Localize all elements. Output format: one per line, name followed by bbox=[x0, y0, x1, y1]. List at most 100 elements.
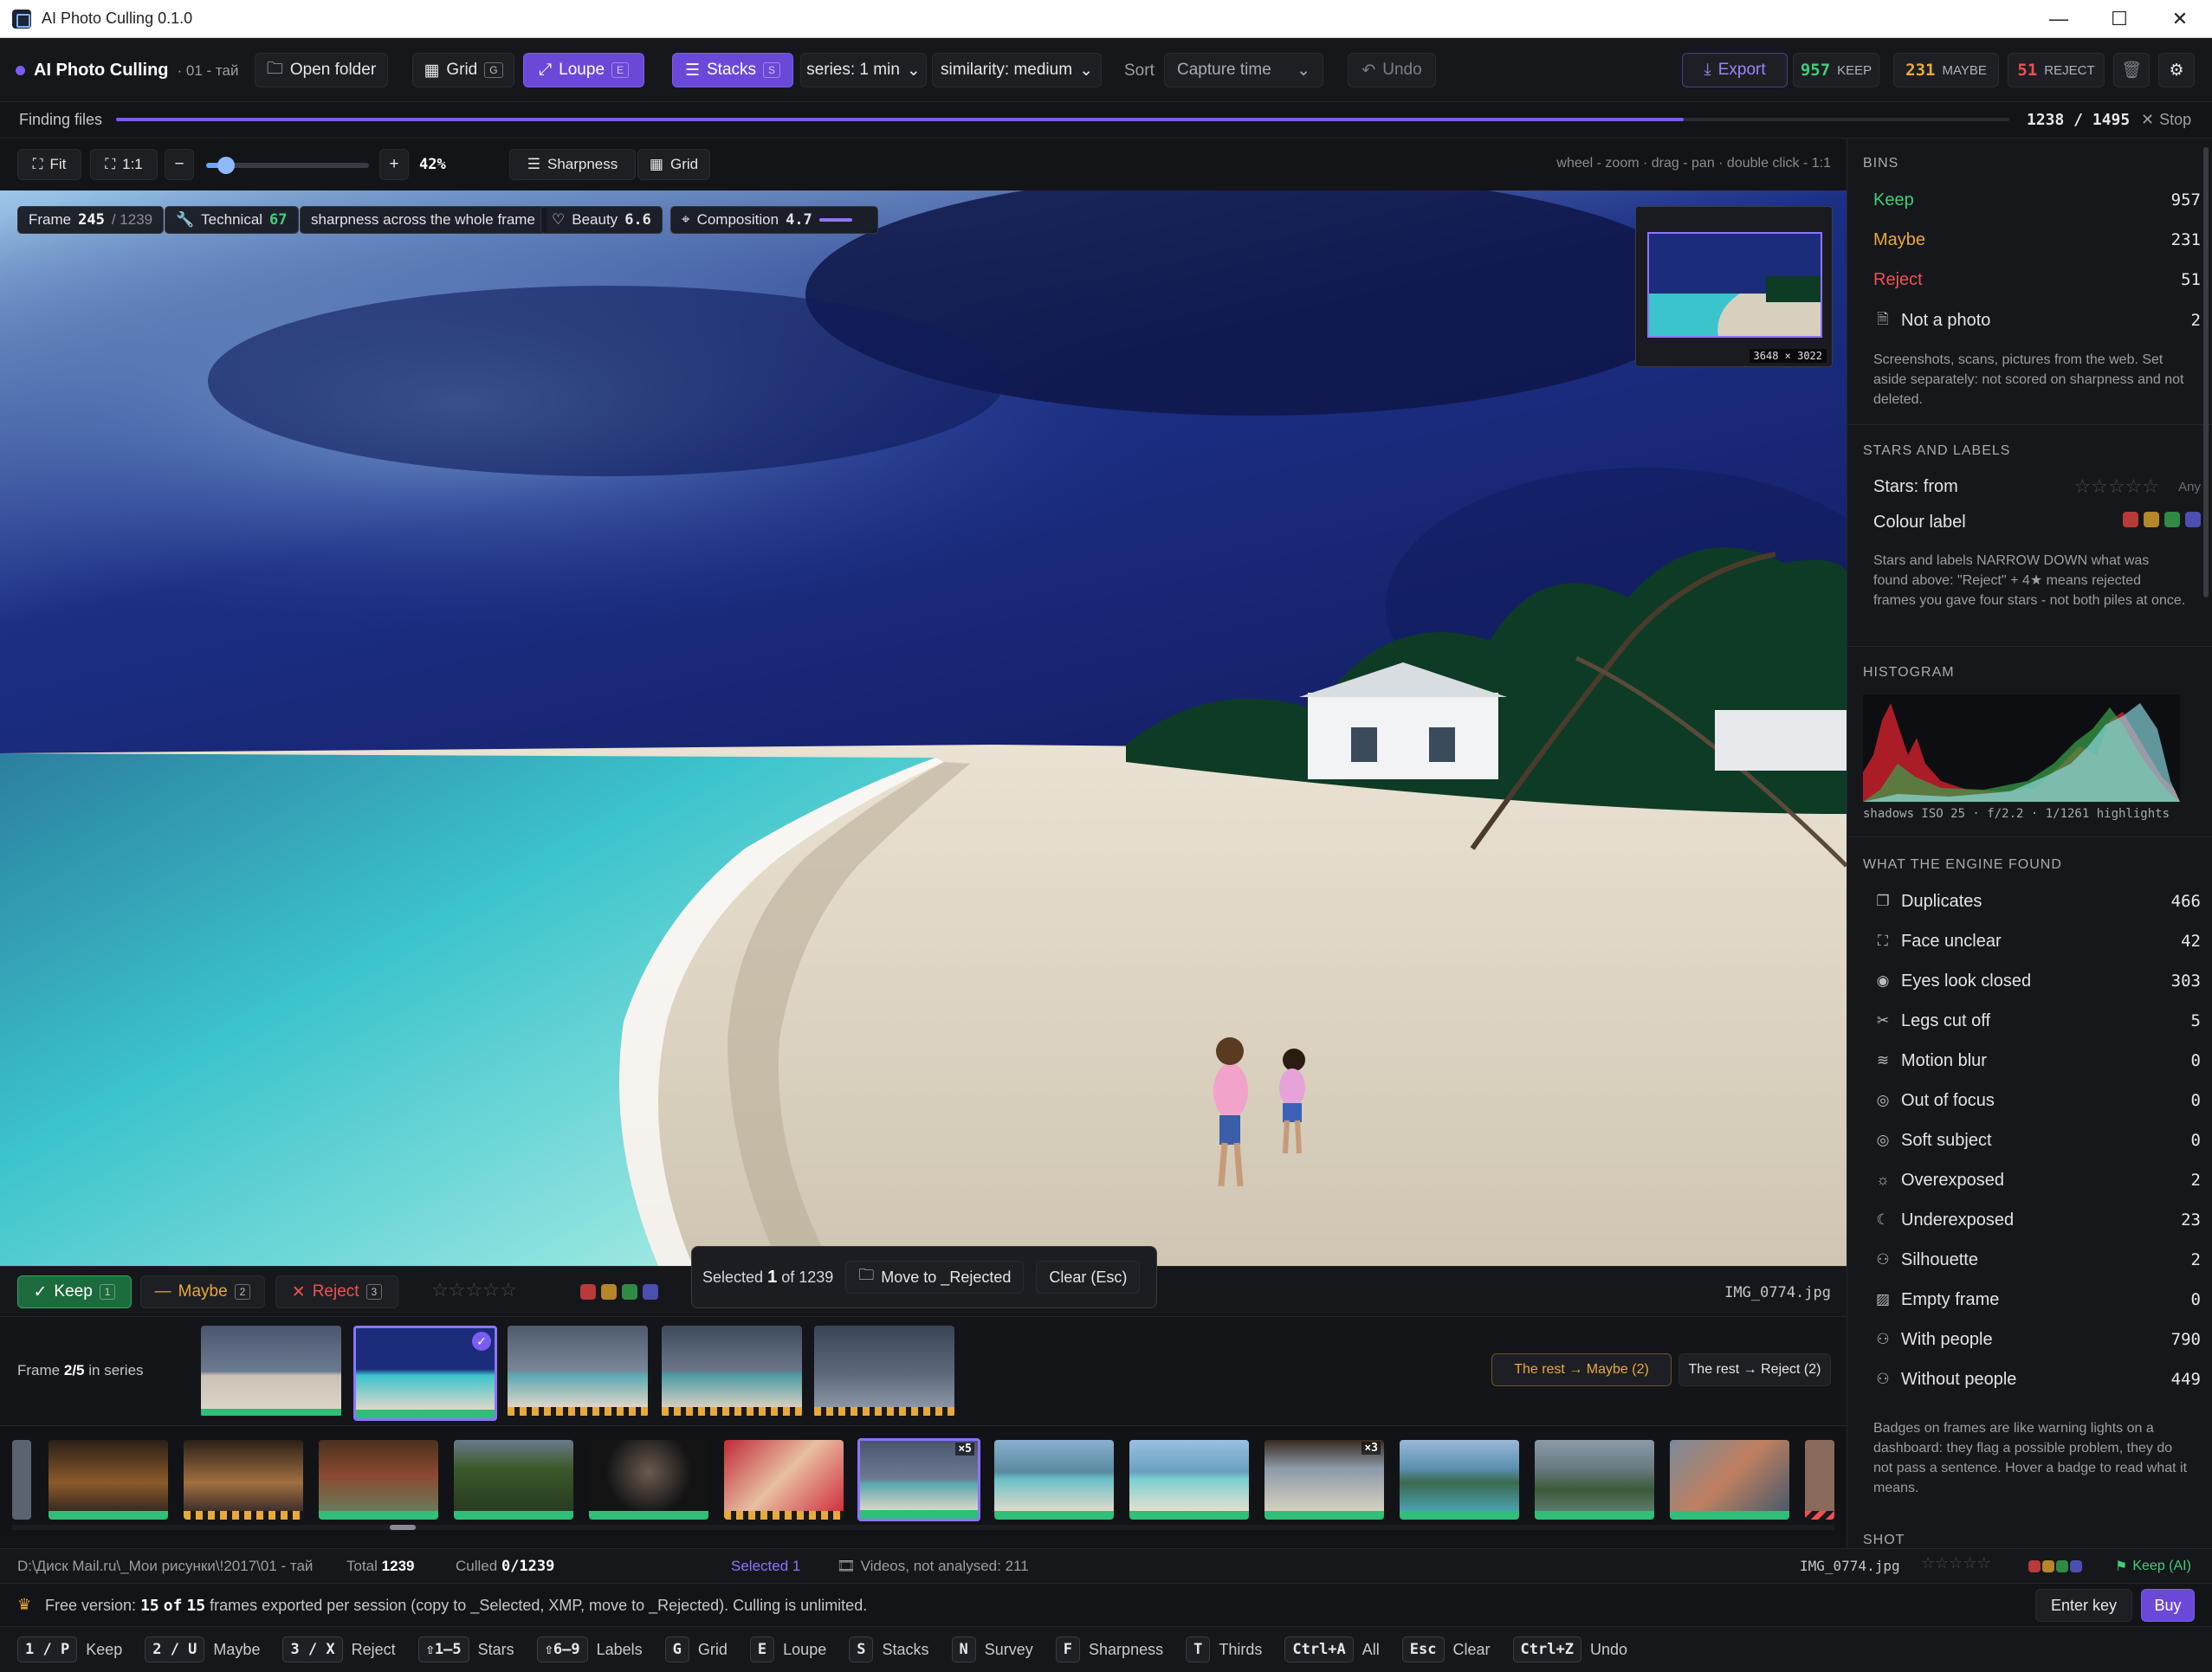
star-icon[interactable]: ☆ bbox=[2108, 475, 2125, 497]
stop-button[interactable]: ✕ Stop bbox=[2141, 111, 2191, 129]
open-folder-button[interactable]: 🗀 Open folder bbox=[255, 53, 388, 87]
undo-button[interactable]: ↶ Undo bbox=[1348, 53, 1436, 87]
reject-count-badge[interactable]: 51 REJECT bbox=[2008, 53, 2105, 87]
keep-count-badge[interactable]: 957 KEEP bbox=[1793, 53, 1879, 87]
filmstrip-scroll-thumb[interactable] bbox=[390, 1525, 416, 1530]
series-thumb[interactable] bbox=[662, 1326, 802, 1417]
finding-duplicates[interactable]: ❐ Duplicates 466 bbox=[1873, 887, 2201, 916]
star-icon[interactable]: ☆ bbox=[431, 1279, 449, 1301]
similarity-select[interactable]: similarity: medium ⌄ bbox=[932, 53, 1102, 87]
maybe-count-badge[interactable]: 231 MAYBE bbox=[1893, 53, 1999, 87]
filmstrip-thumb[interactable] bbox=[994, 1440, 1114, 1520]
finding-legs-cut-off[interactable]: ✂ Legs cut off 5 bbox=[1873, 1006, 2201, 1036]
zoom-slider[interactable] bbox=[206, 157, 369, 174]
grid-overlay-toggle[interactable]: ▦ Grid bbox=[637, 149, 710, 180]
loupe-view-button[interactable]: ⤢ Loupe E bbox=[523, 53, 644, 87]
green-label-swatch[interactable] bbox=[622, 1284, 637, 1300]
filmstrip-thumb[interactable]: ×3 bbox=[1264, 1440, 1384, 1520]
blue-label-swatch[interactable] bbox=[643, 1284, 658, 1300]
finding-silhouette[interactable]: ⚇ Silhouette 2 bbox=[1873, 1245, 2201, 1275]
bin-not-a-photo[interactable]: 🗎 Not a photo 2 bbox=[1873, 306, 2201, 335]
rest-to-maybe-button[interactable]: The rest → Maybe (2) bbox=[1491, 1353, 1672, 1386]
reject-button[interactable]: ✕ Reject 3 bbox=[275, 1275, 398, 1308]
series-thumb[interactable] bbox=[814, 1326, 954, 1417]
filmstrip-scrollbar[interactable] bbox=[12, 1525, 1834, 1530]
filmstrip-thumb[interactable] bbox=[184, 1440, 303, 1520]
star-icon[interactable]: ☆ bbox=[500, 1279, 517, 1301]
colour-labels[interactable] bbox=[575, 1284, 658, 1304]
star-icon[interactable]: ☆ bbox=[482, 1279, 500, 1301]
star-rating-filter[interactable]: ☆☆☆☆☆ bbox=[2073, 475, 2159, 498]
filmstrip-thumb[interactable] bbox=[12, 1440, 31, 1520]
finding-soft-subject[interactable]: ◎ Soft subject 0 bbox=[1873, 1126, 2201, 1155]
star-icon[interactable]: ☆ bbox=[2073, 475, 2091, 497]
filmstrip-thumb[interactable] bbox=[1670, 1440, 1789, 1520]
trash-icon[interactable]: 🗑 bbox=[2113, 53, 2150, 87]
maybe-button[interactable]: — Maybe 2 bbox=[140, 1275, 265, 1308]
series-select[interactable]: series: 1 min ⌄ bbox=[800, 53, 927, 87]
finding-without-people[interactable]: ⚇ Without people 449 bbox=[1873, 1365, 2201, 1394]
red-label-swatch[interactable] bbox=[580, 1284, 596, 1300]
finding-eyes-closed[interactable]: ◉ Eyes look closed 303 bbox=[1873, 966, 2201, 996]
filmstrip-thumb[interactable] bbox=[724, 1440, 844, 1520]
maximize-icon[interactable]: ☐ bbox=[2089, 0, 2150, 38]
keep-button[interactable]: ✓ Keep 1 bbox=[17, 1275, 132, 1308]
finding-with-people[interactable]: ⚇ With people 790 bbox=[1873, 1325, 2201, 1354]
finding-face-unclear[interactable]: ⛶ Face unclear 42 bbox=[1873, 926, 2201, 956]
close-icon[interactable]: ✕ bbox=[2150, 0, 2210, 38]
series-thumb[interactable] bbox=[201, 1326, 341, 1417]
star-icon[interactable]: ☆ bbox=[449, 1279, 466, 1301]
grid-view-button[interactable]: ▦ Grid G bbox=[412, 53, 514, 87]
loupe-photo[interactable]: Frame 245 / 1239 🔧 Technical 67 sharpnes… bbox=[0, 190, 1847, 1266]
filmstrip-thumb[interactable] bbox=[454, 1440, 573, 1520]
rest-to-reject-button[interactable]: The rest → Reject (2) bbox=[1678, 1353, 1831, 1386]
series-thumb[interactable] bbox=[508, 1326, 648, 1417]
navigator-minimap[interactable]: 3648 × 3022 bbox=[1635, 206, 1833, 367]
export-button[interactable]: ⤓ Export bbox=[1682, 53, 1788, 87]
yellow-label-swatch[interactable] bbox=[601, 1284, 617, 1300]
filmstrip-thumb[interactable] bbox=[1805, 1440, 1834, 1520]
finding-overexposed[interactable]: ☼ Overexposed 2 bbox=[1873, 1165, 2201, 1195]
sharpness-toggle[interactable]: ☰ Sharpness bbox=[509, 149, 636, 180]
technical-score-chip[interactable]: 🔧 Technical 67 bbox=[165, 206, 299, 234]
blue-label-swatch[interactable] bbox=[2185, 512, 2201, 527]
filmstrip-thumb-current[interactable]: ×5 bbox=[857, 1438, 980, 1521]
filmstrip-thumb[interactable] bbox=[1129, 1440, 1249, 1520]
zoom-in-button[interactable]: + bbox=[379, 149, 409, 180]
filmstrip-thumb[interactable] bbox=[1400, 1440, 1519, 1520]
bin-reject[interactable]: Reject 51 bbox=[1873, 265, 2201, 294]
star-icon[interactable]: ☆ bbox=[2142, 475, 2159, 497]
minimize-icon[interactable]: — bbox=[2028, 0, 2089, 38]
finding-empty-frame[interactable]: ▨ Empty frame 0 bbox=[1873, 1285, 2201, 1314]
series-thumb-selected[interactable]: ✓ bbox=[353, 1326, 497, 1421]
filmstrip-thumb[interactable] bbox=[49, 1440, 168, 1520]
star-rating[interactable]: ☆☆☆☆☆ bbox=[431, 1279, 517, 1301]
zoom-out-button[interactable]: − bbox=[165, 149, 194, 180]
star-icon[interactable]: ☆ bbox=[2125, 475, 2143, 497]
fit-button[interactable]: ⛶ Fit bbox=[17, 149, 81, 180]
sort-select[interactable]: Capture time ⌄ bbox=[1164, 53, 1323, 87]
buy-button[interactable]: Buy bbox=[2141, 1589, 2195, 1622]
composition-score-chip[interactable]: ⌖ Composition 4.7 bbox=[670, 206, 878, 234]
filmstrip-thumb[interactable] bbox=[319, 1440, 438, 1520]
red-label-swatch[interactable] bbox=[2123, 512, 2138, 527]
filmstrip-thumb[interactable] bbox=[589, 1440, 708, 1520]
finding-underexposed[interactable]: ☾ Underexposed 23 bbox=[1873, 1205, 2201, 1235]
finding-motion-blur[interactable]: ≋ Motion blur 0 bbox=[1873, 1046, 2201, 1075]
green-label-swatch[interactable] bbox=[2164, 512, 2180, 527]
sidebar-scrollbar[interactable] bbox=[2203, 147, 2209, 597]
move-to-rejected-button[interactable]: 🗀 Move to _Rejected bbox=[845, 1261, 1025, 1294]
enter-key-button[interactable]: Enter key bbox=[2035, 1589, 2132, 1622]
yellow-label-swatch[interactable] bbox=[2144, 512, 2159, 527]
beauty-score-chip[interactable]: ♡ Beauty 6.6 bbox=[540, 206, 663, 234]
star-icon[interactable]: ☆ bbox=[2091, 475, 2108, 497]
stacks-toggle-button[interactable]: ☰ Stacks S bbox=[672, 53, 793, 87]
zoom-slider-handle[interactable] bbox=[217, 157, 235, 174]
star-icon[interactable]: ☆ bbox=[465, 1279, 482, 1301]
settings-gear-icon[interactable]: ⚙ bbox=[2158, 53, 2195, 87]
clear-selection-button[interactable]: Clear (Esc) bbox=[1036, 1261, 1141, 1294]
one-to-one-button[interactable]: ⛶ 1:1 bbox=[90, 149, 158, 180]
bin-keep[interactable]: Keep 957 bbox=[1873, 185, 2201, 215]
bin-maybe[interactable]: Maybe 231 bbox=[1873, 225, 2201, 255]
finding-out-of-focus[interactable]: ◎ Out of focus 0 bbox=[1873, 1086, 2201, 1115]
